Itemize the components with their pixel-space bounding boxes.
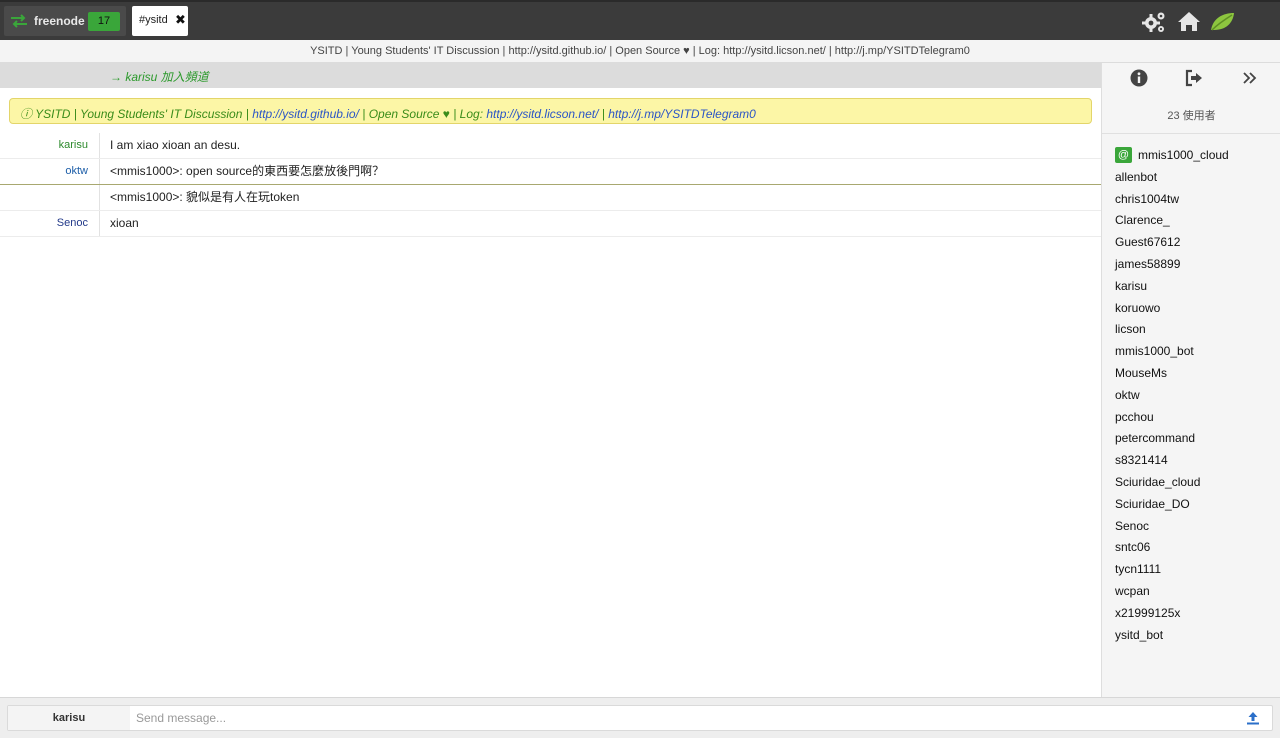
sidebar-divider [1102,133,1280,134]
message-nick[interactable]: oktw [0,159,100,184]
user-item[interactable]: wcpan [1115,581,1275,603]
server-name: freenode [34,14,85,28]
message-input[interactable] [136,708,1236,728]
gears-icon[interactable] [1140,8,1168,36]
info-icon[interactable] [1129,68,1149,88]
close-tab-icon[interactable]: ✖ [175,12,186,28]
user-item[interactable]: mmis1000_bot [1115,341,1275,363]
user-item[interactable]: Sciuridae_DO [1115,494,1275,516]
user-item[interactable]: x21999125x [1115,603,1275,625]
user-item[interactable]: Clarence_ [1115,210,1275,232]
message-area: → karisu 加入頻道 ⓘ YSITD | Young Students' … [0,63,1101,697]
channel-topic-bar: YSITD | Young Students' IT Discussion | … [0,40,1280,63]
user-item[interactable]: pcchou [1115,407,1275,429]
topic-link-github[interactable]: http://ysitd.github.io/ [252,107,359,121]
channel-tab-ysitd[interactable]: #ysitd ✖ [132,6,188,36]
upload-icon[interactable] [1245,710,1261,726]
sign-out-icon[interactable] [1184,68,1204,88]
user-count: 23 使用者 [1167,110,1216,122]
join-notice-row: → karisu 加入頻道 [0,63,1101,88]
swap-arrows-icon [11,14,27,28]
topic-notice-box: ⓘ YSITD | Young Students' IT Discussion … [9,98,1092,124]
topic-notice-sep: | [598,107,609,121]
user-list: @ mmis1000_cloud allenbot chris1004tw Cla… [1115,145,1275,646]
user-item[interactable]: tycn1111 [1115,559,1275,581]
join-notice-text: → karisu 加入頻道 [110,70,209,84]
home-icon[interactable] [1175,8,1203,36]
user-item[interactable]: Guest67612 [1115,232,1275,254]
user-item[interactable]: @ mmis1000_cloud [1115,145,1275,167]
user-item[interactable]: MouseMs [1115,363,1275,385]
message-input-bar: karisu [0,697,1280,738]
user-item[interactable]: sntc06 [1115,537,1275,559]
message-row: Senoc xioan [0,211,1101,237]
user-item[interactable]: petercommand [1115,428,1275,450]
user-item[interactable]: oktw [1115,385,1275,407]
double-chevron-right-icon[interactable] [1240,68,1260,88]
message-text: <mmis1000>: open source的東西要怎麼放後門啊？ [110,164,385,178]
message-nick [0,185,100,210]
top-bar: freenode 17 #ysitd ✖ [0,0,1280,40]
user-list-sidebar: 23 使用者 @ mmis1000_cloud allenbot chris100… [1101,63,1280,697]
user-item[interactable]: chris1004tw [1115,189,1275,211]
user-item[interactable]: karisu [1115,276,1275,298]
user-item[interactable]: s8321414 [1115,450,1275,472]
message-input-box: karisu [7,705,1273,731]
message-text: xioan [110,216,139,230]
message-nick[interactable]: Senoc [0,211,100,236]
topic-notice-prefix: ⓘ YSITD | Young Students' IT Discussion … [20,107,253,121]
message-row: karisu I am xiao xioan an desu. [0,133,1101,159]
user-item[interactable]: allenbot [1115,167,1275,189]
message-text: <mmis1000>: 貌似是有人在玩token [110,190,300,204]
leaf-logo-icon[interactable] [1208,8,1236,36]
message-nick[interactable]: karisu [0,133,100,158]
user-item[interactable]: james58899 [1115,254,1275,276]
current-nick-button[interactable]: karisu [8,706,130,730]
channel-tab-label: #ysitd [139,14,168,26]
user-item[interactable]: koruowo [1115,298,1275,320]
unread-count-badge: 17 [88,12,120,31]
topic-link-log[interactable]: http://ysitd.licson.net/ [486,107,598,121]
user-item[interactable]: Sciuridae_cloud [1115,472,1275,494]
message-text: I am xiao xioan an desu. [110,138,241,152]
user-item[interactable]: licson [1115,319,1275,341]
message-row: oktw <mmis1000>: open source的東西要怎麼放後門啊？ [0,159,1101,185]
topic-notice-mid: | Open Source ♥ | Log: [358,107,487,121]
server-tab-freenode[interactable]: freenode 17 [4,6,126,36]
user-item[interactable]: ysitd_bot [1115,625,1275,647]
message-row: <mmis1000>: 貌似是有人在玩token [0,185,1101,211]
user-name: mmis1000_cloud [1138,148,1229,162]
operator-badge: @ [1115,146,1132,163]
user-item[interactable]: Senoc [1115,516,1275,538]
sidebar-toolbar [1102,63,1280,93]
topic-link-telegram[interactable]: http://j.mp/YSITDTelegram0 [608,107,756,121]
topic-notice-text: ⓘ YSITD | Young Students' IT Discussion … [20,105,756,122]
